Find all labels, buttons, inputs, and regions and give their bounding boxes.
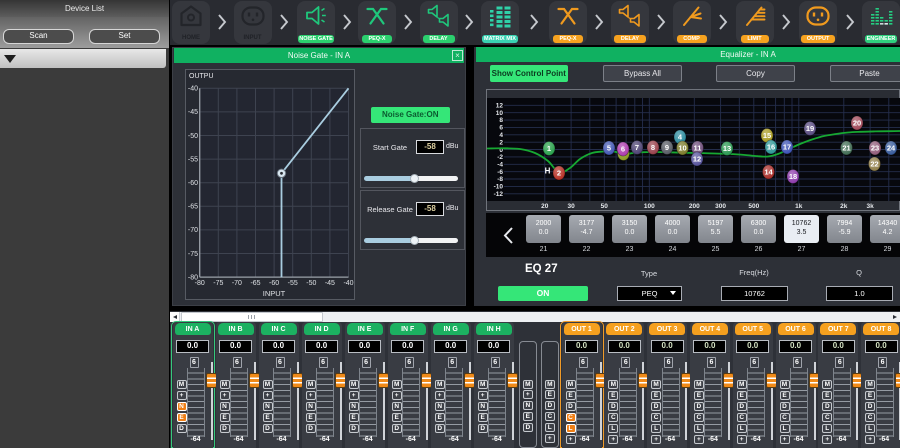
svg-text:23: 23 [871, 144, 879, 153]
svg-text:3k: 3k [866, 203, 874, 210]
svg-text:-40: -40 [188, 86, 198, 93]
svg-text:-45: -45 [188, 109, 198, 116]
svg-text:-6: -6 [497, 169, 503, 176]
svg-text:-4: -4 [497, 162, 503, 169]
svg-text:300: 300 [715, 203, 726, 210]
svg-text:22: 22 [870, 160, 878, 169]
svg-text:14: 14 [764, 168, 773, 177]
svg-text:2: 2 [557, 169, 561, 178]
svg-text:-60: -60 [188, 180, 198, 187]
svg-text:-40: -40 [343, 280, 353, 287]
svg-text:20: 20 [541, 203, 549, 210]
svg-text:2: 2 [499, 139, 503, 146]
svg-text:9: 9 [665, 143, 669, 152]
svg-text:-2: -2 [497, 154, 503, 161]
svg-text:-80: -80 [195, 280, 205, 287]
svg-text:-12: -12 [494, 191, 504, 198]
svg-text:-70: -70 [188, 227, 198, 234]
svg-text:-65: -65 [250, 280, 260, 287]
svg-text:10: 10 [678, 144, 686, 153]
svg-text:15: 15 [763, 131, 771, 140]
svg-text:8: 8 [499, 117, 503, 124]
svg-text:7: 7 [635, 143, 639, 152]
svg-text:100: 100 [644, 203, 655, 210]
svg-text:6: 6 [621, 145, 625, 154]
svg-text:-60: -60 [269, 280, 279, 287]
svg-text:-10: -10 [494, 184, 504, 191]
svg-text:-8: -8 [497, 176, 503, 183]
svg-text:-45: -45 [325, 280, 335, 287]
svg-text:-75: -75 [213, 280, 223, 287]
svg-text:2k: 2k [840, 203, 848, 210]
svg-text:1: 1 [547, 144, 551, 153]
svg-text:8: 8 [651, 143, 655, 152]
svg-text:5: 5 [607, 144, 611, 153]
svg-text:-50: -50 [306, 280, 316, 287]
svg-text:24: 24 [887, 144, 896, 153]
svg-text:10: 10 [496, 110, 504, 117]
svg-text:500: 500 [748, 203, 759, 210]
svg-text:30: 30 [567, 203, 575, 210]
svg-text:11: 11 [694, 144, 702, 153]
svg-text:12: 12 [496, 103, 504, 110]
svg-text:-65: -65 [188, 204, 198, 211]
svg-text:-55: -55 [288, 280, 298, 287]
svg-text:4: 4 [499, 132, 503, 139]
svg-text:-70: -70 [232, 280, 242, 287]
svg-text:50: 50 [601, 203, 609, 210]
svg-text:20: 20 [853, 119, 861, 128]
svg-text:-55: -55 [188, 156, 198, 163]
svg-text:12: 12 [693, 155, 701, 164]
svg-text:-50: -50 [188, 133, 198, 140]
svg-text:INPUT: INPUT [263, 289, 286, 298]
svg-text:200: 200 [689, 203, 700, 210]
svg-text:H: H [545, 167, 551, 176]
svg-text:21: 21 [842, 144, 850, 153]
svg-text:13: 13 [723, 144, 731, 153]
svg-text:1k: 1k [795, 203, 803, 210]
svg-text:19: 19 [806, 124, 814, 133]
svg-text:18: 18 [789, 172, 797, 181]
svg-text:16: 16 [767, 143, 775, 152]
svg-text:6: 6 [499, 125, 503, 132]
svg-text:-75: -75 [188, 251, 198, 258]
svg-text:17: 17 [783, 143, 791, 152]
